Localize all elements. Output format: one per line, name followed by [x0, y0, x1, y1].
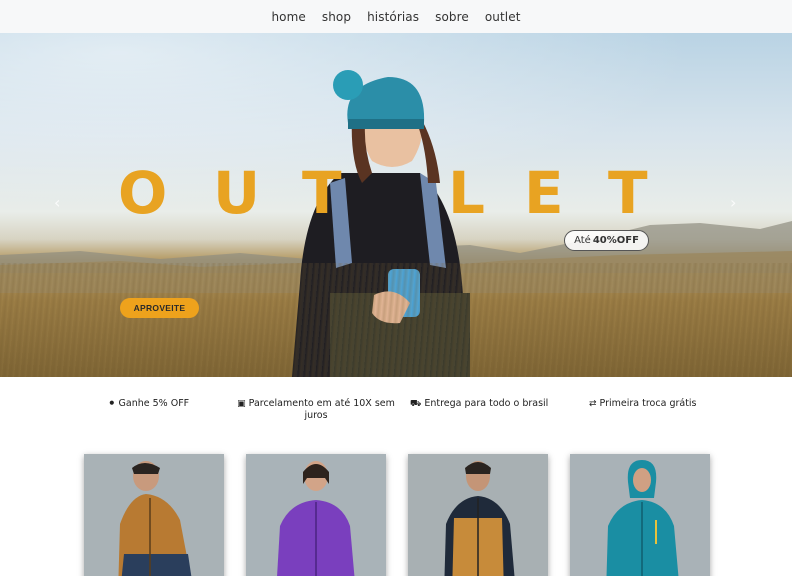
carousel-next-icon[interactable]: › — [730, 193, 736, 212]
nav-historias[interactable]: histórias — [367, 10, 419, 24]
product-card[interactable] — [246, 454, 386, 576]
discount-prefix: Até — [574, 235, 591, 246]
nav-sobre[interactable]: sobre — [435, 10, 469, 24]
headline-letter-2: U — [213, 159, 261, 227]
benefit-text: Ganhe 5% OFF — [118, 398, 190, 409]
benefit-exchange: ⇄ Primeira troca grátis — [589, 398, 704, 410]
benefit-discount: ⚫ Ganhe 5% OFF — [108, 398, 198, 410]
headline-letter-5: E — [524, 159, 564, 227]
product-image — [408, 454, 548, 576]
product-card[interactable] — [570, 454, 710, 576]
truck-icon: ⛟ — [410, 399, 422, 409]
aproveite-button[interactable]: APROVEITE — [120, 298, 199, 318]
product-image — [84, 454, 224, 576]
benefit-text: Parcelamento em até 10X sem juros — [248, 398, 395, 421]
product-image — [570, 454, 710, 576]
top-navigation: home shop histórias sobre outlet — [0, 0, 792, 33]
product-card[interactable] — [408, 454, 548, 576]
headline-letter-1: O — [118, 159, 168, 227]
nav-home[interactable]: home — [271, 10, 305, 24]
money-icon: ▣ — [237, 399, 246, 409]
headline-letter-3: T — [302, 159, 342, 227]
nav-shop[interactable]: shop — [322, 10, 351, 24]
discount-badge: Até 40%OFF — [564, 230, 649, 251]
benefit-text: Primeira troca grátis — [599, 398, 697, 409]
carousel-prev-icon[interactable]: ‹ — [54, 193, 60, 212]
exchange-icon: ⇄ — [589, 399, 597, 409]
grass-texture — [0, 263, 792, 377]
product-card[interactable] — [84, 454, 224, 576]
discount-value: 40%OFF — [592, 235, 639, 246]
headline-letter-4: L — [448, 159, 485, 227]
hero-banner[interactable]: O U T L E T Até 40%OFF APROVEITE ‹ › — [0, 33, 792, 377]
product-image — [246, 454, 386, 576]
benefit-installments: ▣ Parcelamento em até 10X sem juros — [236, 398, 396, 422]
benefit-delivery: ⛟ Entrega para todo o brasil — [410, 398, 550, 410]
nav-outlet[interactable]: outlet — [485, 10, 521, 24]
benefits-bar: ⚫ Ganhe 5% OFF ▣ Parcelamento em até 10X s… — [0, 398, 792, 430]
benefit-text: Entrega para todo o brasil — [424, 398, 549, 409]
tag-icon: ⚫ — [108, 399, 116, 409]
headline-letter-6: T — [608, 159, 648, 227]
